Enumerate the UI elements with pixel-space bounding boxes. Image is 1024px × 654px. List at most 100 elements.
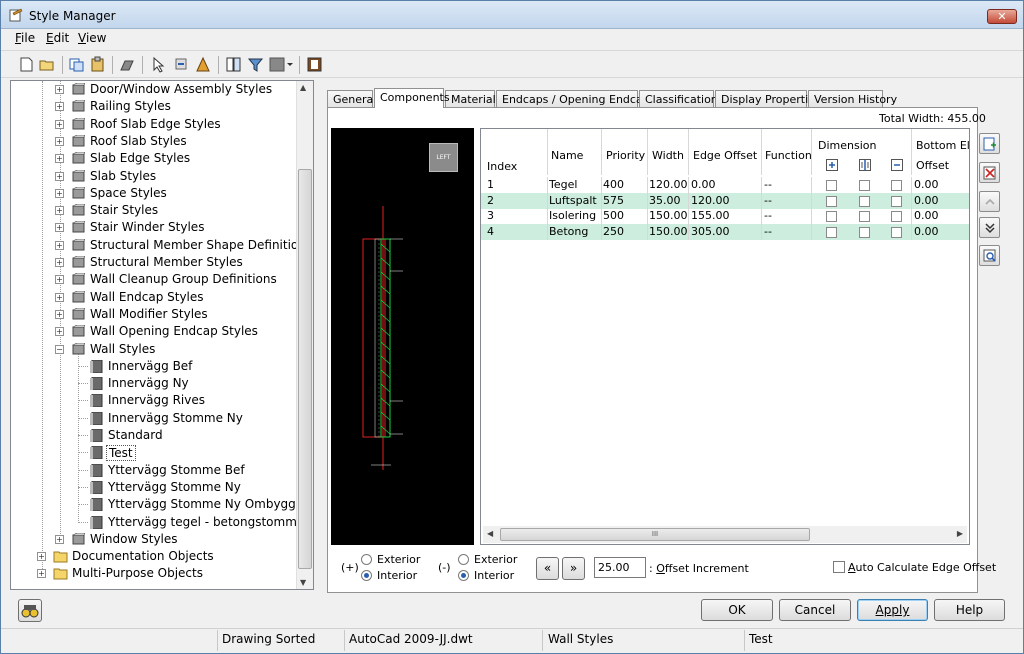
plus-interior-radio[interactable] [361,570,372,581]
tree-item-space-styles[interactable]: + Space Styles [11,185,296,202]
tree-item-slab-edge-styles[interactable]: + Slab Edge Styles [11,150,296,167]
offset-increment-input[interactable]: 25.00 [594,557,646,578]
tree-item-multi-purpose-objects[interactable]: + Multi-Purpose Objects [11,565,296,582]
tree-item-door-window-assembly-styles[interactable]: + Door/Window Assembly Styles [11,81,296,98]
dimension-interior-checkbox[interactable] [891,226,902,238]
cell-priority[interactable]: 575 [603,194,624,207]
header-bottom-elevation[interactable]: Bottom Ele [916,139,969,152]
menu-view[interactable]: View [78,31,106,45]
header-bottom-offset[interactable]: Offset [916,159,949,172]
cell-function[interactable]: -- [764,209,772,222]
dimension-center-checkbox[interactable] [859,226,870,238]
new-style-icon[interactable] [151,56,168,73]
tab-version-history[interactable]: Version History [808,90,897,107]
expand-toggle-icon[interactable]: + [55,136,64,146]
plus-exterior-radio[interactable] [361,554,372,565]
scroll-thumb[interactable] [298,169,312,569]
tree-item-documentation-objects[interactable]: + Documentation Objects [11,548,296,565]
tab-classifications[interactable]: Classifications [639,90,724,107]
header-dimension[interactable]: Dimension [818,139,876,152]
wall-style-item[interactable]: Innervägg Stomme Ny [11,410,296,427]
set-from-icon[interactable] [173,56,190,73]
dimension-interior-checkbox[interactable] [891,180,902,191]
expand-toggle-icon[interactable]: + [55,85,64,94]
move-down-button[interactable] [979,217,1000,238]
cell-edge-offset[interactable]: 120.00 [691,194,730,207]
sort-icon[interactable] [225,56,242,73]
copy-icon[interactable] [68,56,85,73]
wall-style-item[interactable]: Innervägg Rives [11,392,296,409]
expand-toggle-icon[interactable]: + [55,292,64,302]
cell-index[interactable]: 3 [487,209,494,222]
edit-style-icon[interactable] [195,56,212,73]
wall-style-item[interactable]: Yttervägg Stomme Ny [11,479,296,496]
close-button[interactable]: ✕ [987,9,1017,24]
dimension-exterior-checkbox[interactable] [826,195,837,207]
tree-item-roof-slab-styles[interactable]: + Roof Slab Styles [11,133,296,150]
cancel-button[interactable]: Cancel [779,599,851,621]
expand-toggle-icon[interactable]: + [55,327,64,337]
cell-name[interactable]: Betong [549,225,588,238]
tree-item-structural-member-shape-definitions[interactable]: + Structural Member Shape Definitions [11,237,312,254]
tree-item-roof-slab-edge-styles[interactable]: + Roof Slab Edge Styles [11,116,296,133]
wall-style-item[interactable]: Yttervägg tegel - betongstomme 455 [11,514,313,531]
dimension-interior-checkbox[interactable] [891,211,902,222]
expand-toggle-icon[interactable]: + [55,275,64,285]
cell-edge-offset[interactable]: 0.00 [691,178,716,191]
tree-item-wall-modifier-styles[interactable]: + Wall Modifier Styles [11,306,296,323]
ok-button[interactable]: OK [701,599,773,621]
cell-function[interactable]: -- [764,178,772,191]
expand-toggle-icon[interactable]: + [55,119,64,129]
tab-endcaps-opening-endcaps[interactable]: Endcaps / Opening Endcaps [496,90,655,107]
minus-interior-radio[interactable] [458,570,469,581]
filter-icon[interactable] [247,56,264,73]
header-width[interactable]: Width [652,149,684,162]
dimension-exterior-checkbox[interactable] [826,211,837,222]
cell-priority[interactable]: 400 [603,178,624,191]
cell-offset[interactable]: 0.00 [914,194,939,207]
cell-name[interactable]: Isolering [549,209,596,222]
tree-item-wall-cleanup-group-definitions[interactable]: + Wall Cleanup Group Definitions [11,271,296,288]
table-row[interactable]: 3 Isolering 500 150.00 155.00 -- 0.00 [481,208,969,224]
menu-edit[interactable]: Edit [46,31,69,45]
tree-item-railing-styles[interactable]: + Railing Styles [11,98,296,115]
dimension-exterior-checkbox[interactable] [826,226,837,238]
tree-item-stair-styles[interactable]: + Stair Styles [11,202,296,219]
table-row[interactable]: 1 Tegel 400 120.00 0.00 -- 0.00 [481,177,969,193]
wall-style-item[interactable]: Innervägg Bef [11,358,296,375]
header-index[interactable]: Index [487,160,517,173]
preview-zoom-button[interactable] [979,245,1000,266]
expand-toggle-icon[interactable]: + [55,154,64,164]
expand-toggle-icon[interactable]: + [55,240,64,250]
tree-item-wall-styles[interactable]: − Wall Styles [11,341,296,358]
table-row[interactable]: 4 Betong 250 150.00 305.00 -- 0.00 [481,223,969,240]
cell-width[interactable]: 35.00 [649,194,681,207]
wall-style-item[interactable]: Standard [11,427,296,444]
expand-toggle-icon[interactable]: + [55,258,64,267]
cell-index[interactable]: 1 [487,178,494,191]
move-up-button[interactable] [979,191,1000,212]
cell-edge-offset[interactable]: 155.00 [691,209,730,222]
expand-toggle-icon[interactable]: − [55,344,64,354]
offset-increase-button[interactable]: » [562,557,585,580]
tree-item-window-styles[interactable]: + Window Styles [11,531,296,548]
cell-function[interactable]: -- [764,225,772,238]
toggle-view-dropdown-icon[interactable] [269,56,295,73]
cell-function[interactable]: -- [764,194,772,207]
scroll-down-icon[interactable]: ▼ [300,578,306,587]
cell-priority[interactable]: 500 [603,209,624,222]
tree-item-wall-opening-endcap-styles[interactable]: + Wall Opening Endcap Styles [11,323,296,340]
scroll-left-icon[interactable]: ◀ [487,529,493,538]
expand-toggle-icon[interactable]: + [55,309,64,319]
delete-component-button[interactable] [979,162,1000,183]
tab-components[interactable]: Components [374,88,450,108]
tree-item-slab-styles[interactable]: + Slab Styles [11,168,296,185]
cell-name[interactable]: Luftspalt [549,194,597,207]
dimension-center-checkbox[interactable] [859,211,870,222]
auto-calculate-checkbox[interactable] [833,561,845,573]
cell-offset[interactable]: 0.00 [914,178,939,191]
dimension-exterior-checkbox[interactable] [826,180,837,191]
tree-item-wall-endcap-styles[interactable]: + Wall Endcap Styles [11,289,296,306]
paste-icon[interactable] [89,56,106,73]
cell-index[interactable]: 4 [487,225,494,238]
